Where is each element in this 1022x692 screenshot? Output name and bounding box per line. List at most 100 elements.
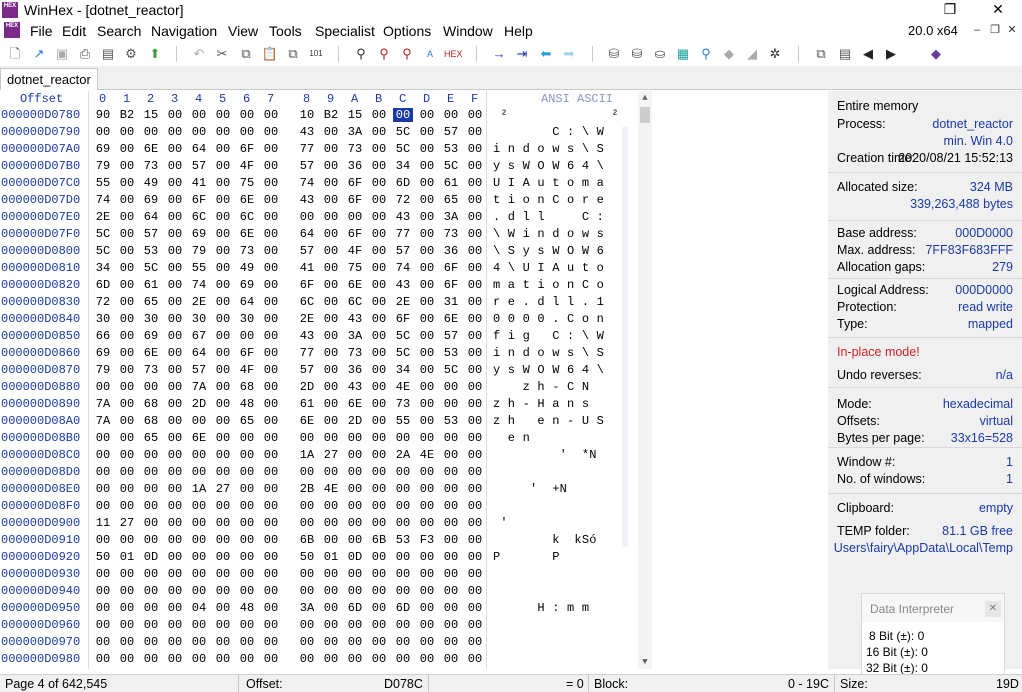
row-text[interactable]: y s W O W 6 4 \	[493, 363, 604, 377]
hex-byte[interactable]: 00	[189, 448, 209, 462]
hex-byte[interactable]: 00	[369, 227, 389, 241]
hex-byte[interactable]: 69	[237, 278, 257, 292]
hex-byte[interactable]: 00	[369, 210, 389, 224]
hex-byte[interactable]: 00	[141, 516, 161, 530]
hex-byte[interactable]: 00	[321, 159, 341, 173]
hex-byte[interactable]: 00	[117, 261, 137, 275]
hex-byte[interactable]: 90	[93, 108, 113, 122]
copy-icon[interactable]: ⧉	[237, 45, 255, 63]
hex-byte[interactable]: 00	[117, 295, 137, 309]
hex-byte[interactable]: 66	[93, 329, 113, 343]
hex-byte[interactable]: 00	[117, 499, 137, 513]
hex-byte[interactable]: 00	[369, 397, 389, 411]
hex-byte[interactable]: 00	[345, 635, 365, 649]
hex-byte[interactable]: 00	[321, 601, 341, 615]
hex-byte[interactable]: 00	[369, 159, 389, 173]
hex-byte[interactable]: 49	[237, 261, 257, 275]
hex-byte[interactable]: 43	[393, 210, 413, 224]
hex-byte[interactable]: 00	[261, 414, 281, 428]
hex-byte[interactable]: 00	[261, 176, 281, 190]
hex-byte[interactable]: 00	[441, 652, 461, 666]
hex-byte[interactable]: 00	[213, 159, 233, 173]
hex-byte[interactable]: 00	[261, 125, 281, 139]
row-offset[interactable]: 000000D0830	[1, 295, 80, 309]
hex-byte[interactable]: 00	[213, 635, 233, 649]
hex-byte[interactable]: 00	[117, 176, 137, 190]
hex-byte[interactable]: 00	[261, 227, 281, 241]
row-text[interactable]: . d l l C :	[493, 210, 604, 224]
hex-byte[interactable]: 00	[189, 108, 209, 122]
hex-byte[interactable]: 00	[417, 482, 437, 496]
disk-icon[interactable]: ⛁	[605, 45, 623, 63]
hex-byte[interactable]: 43	[345, 312, 365, 326]
row-text[interactable]: z h e n - U S	[493, 414, 604, 428]
hex-byte[interactable]: 36	[441, 244, 461, 258]
hex-byte[interactable]: 00	[465, 397, 485, 411]
hex-byte[interactable]: 00	[321, 142, 341, 156]
hex-byte[interactable]: 00	[165, 108, 185, 122]
hex-byte[interactable]: 00	[417, 329, 437, 343]
hex-byte[interactable]: 79	[93, 363, 113, 377]
hex-byte[interactable]: 30	[141, 312, 161, 326]
hex-byte[interactable]: 43	[297, 125, 317, 139]
hex-byte[interactable]: 00	[465, 380, 485, 394]
hex-byte[interactable]: 57	[297, 363, 317, 377]
hex-byte[interactable]: 30	[189, 312, 209, 326]
hex-byte[interactable]: 00	[297, 516, 317, 530]
hex-byte[interactable]: 79	[93, 159, 113, 173]
hex-byte[interactable]: 00	[165, 499, 185, 513]
hex-byte[interactable]: 00	[117, 533, 137, 547]
hex-byte[interactable]: 00	[117, 431, 137, 445]
hex-byte[interactable]: 00	[297, 210, 317, 224]
hex-byte[interactable]: 00	[261, 618, 281, 632]
hex-byte[interactable]: 57	[441, 125, 461, 139]
hex-byte[interactable]: 00	[369, 244, 389, 258]
menu-edit[interactable]: Edit	[62, 23, 86, 39]
hex-byte[interactable]: 00	[165, 125, 185, 139]
hex-byte[interactable]: 00	[465, 516, 485, 530]
hex-byte[interactable]: 6F	[345, 193, 365, 207]
hex-byte[interactable]: 00	[321, 397, 341, 411]
hex-byte[interactable]: 6E	[237, 193, 257, 207]
hex-byte[interactable]: 00	[213, 618, 233, 632]
hex-byte[interactable]: 69	[189, 227, 209, 241]
hex-byte[interactable]: 00	[93, 533, 113, 547]
hex-byte[interactable]: 48	[237, 601, 257, 615]
hex-byte[interactable]: 00	[213, 584, 233, 598]
hex-byte[interactable]: 00	[261, 465, 281, 479]
hex-byte[interactable]: 00	[141, 652, 161, 666]
hex-byte[interactable]: 00	[321, 329, 341, 343]
settings-icon[interactable]: ⚙	[122, 45, 140, 63]
hex-byte[interactable]: 00	[441, 482, 461, 496]
row-text[interactable]: z h - H a n s	[493, 397, 589, 411]
hex-byte[interactable]: 00	[465, 414, 485, 428]
hex-byte[interactable]: 00	[297, 499, 317, 513]
menu-view[interactable]: View	[228, 23, 258, 39]
replace-text-icon[interactable]: A	[421, 45, 439, 63]
hex-byte[interactable]: 77	[297, 142, 317, 156]
hex-byte[interactable]: 6B	[297, 533, 317, 547]
hex-byte[interactable]: 00	[417, 227, 437, 241]
hex-byte[interactable]: 00	[117, 652, 137, 666]
row-text[interactable]: \ S y s W O W 6	[493, 244, 604, 258]
hex-byte[interactable]: 4E	[393, 380, 413, 394]
hex-byte[interactable]: B2	[117, 108, 137, 122]
hex-byte[interactable]: 00	[165, 482, 185, 496]
hex-byte[interactable]: 00	[261, 448, 281, 462]
row-offset[interactable]: 000000D08D0	[1, 465, 80, 479]
hex-byte[interactable]: 00	[213, 380, 233, 394]
hex-byte[interactable]: 4F	[237, 159, 257, 173]
hex-byte[interactable]: 00	[417, 584, 437, 598]
hex-byte[interactable]: 7A	[93, 397, 113, 411]
hex-byte[interactable]: 00	[369, 550, 389, 564]
hex-byte[interactable]: 00	[213, 176, 233, 190]
chart-icon[interactable]: ◢	[743, 45, 761, 63]
hex-byte[interactable]: 00	[417, 618, 437, 632]
hex-byte[interactable]: 00	[117, 635, 137, 649]
row-text[interactable]: '	[493, 516, 508, 530]
close-icon[interactable]: ✕	[980, 0, 1016, 20]
hex-byte[interactable]: 55	[189, 261, 209, 275]
row-offset[interactable]: 000000D07E0	[1, 210, 80, 224]
hex-byte[interactable]: 00	[93, 448, 113, 462]
hex-byte[interactable]: 00	[321, 244, 341, 258]
